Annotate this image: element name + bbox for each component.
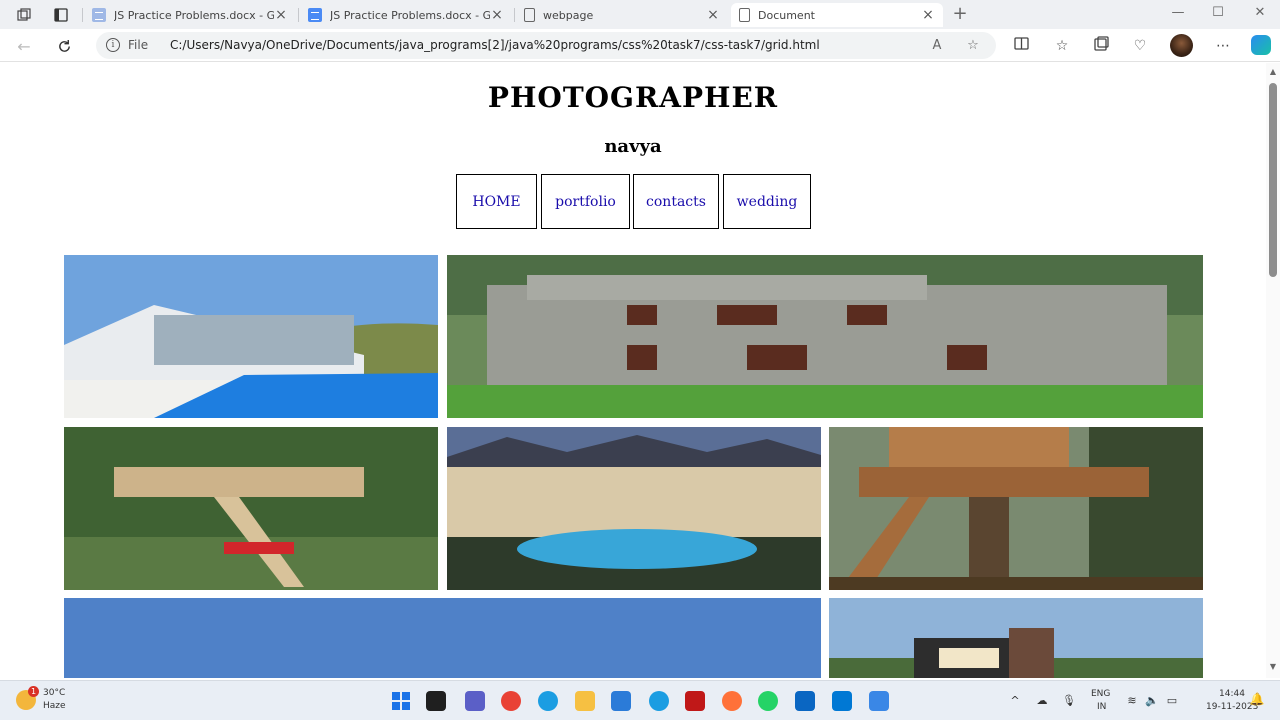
tab-strip: JS Practice Problems.docx - Goo × JS Pra…	[0, 0, 1280, 29]
microphone-icon[interactable]: 🎙	[1061, 693, 1077, 709]
file-explorer-icon[interactable]	[575, 691, 595, 711]
info-icon[interactable]: i	[106, 38, 120, 52]
volume-icon[interactable]: 🔈	[1144, 693, 1160, 709]
more-menu-icon[interactable]: ⋯	[1213, 36, 1233, 56]
mcafee-icon[interactable]	[685, 691, 705, 711]
chrome-icon[interactable]	[501, 691, 521, 711]
linkedin-icon[interactable]	[795, 691, 815, 711]
copilot-icon[interactable]	[1251, 35, 1271, 55]
page-icon	[524, 8, 535, 22]
close-tab-icon[interactable]: ×	[921, 7, 935, 23]
clock-time[interactable]: 14:44	[1219, 689, 1245, 699]
scroll-up-icon[interactable]: ▲	[1269, 68, 1277, 76]
tab-title: JS Practice Problems.docx - Goo	[330, 8, 490, 22]
snipping-tool-icon[interactable]	[869, 691, 889, 711]
photo-treehouse-deck	[64, 427, 438, 590]
photo-wooden-treehouse	[829, 427, 1203, 590]
battery-icon[interactable]: ▭	[1164, 693, 1180, 709]
weather-condition[interactable]: Haze	[43, 701, 66, 711]
photo-modern-villa-pool	[64, 255, 438, 418]
nav-link-home[interactable]: HOME	[456, 174, 537, 229]
tab-js-practice-1[interactable]: JS Practice Problems.docx - Goo ×	[84, 3, 296, 27]
tab-title: JS Practice Problems.docx - Goo	[114, 8, 274, 22]
favorite-star-icon[interactable]: ☆	[964, 38, 982, 56]
google-docs-icon	[92, 8, 106, 22]
windows-start-icon[interactable]	[391, 691, 411, 711]
edge-icon[interactable]	[538, 691, 558, 711]
photo-luxury-mansion-pool	[447, 427, 821, 590]
page-title: PHOTOGRAPHER	[487, 81, 779, 114]
tab-separator	[298, 8, 299, 22]
teams-icon[interactable]	[465, 691, 485, 711]
weather-temperature[interactable]: 30°C	[43, 688, 65, 698]
back-arrow-icon[interactable]: ←	[14, 36, 34, 56]
nav-link-contacts[interactable]: contacts	[633, 174, 719, 229]
tab-separator	[82, 8, 83, 22]
tab-actions-icon[interactable]	[51, 5, 71, 25]
maximize-button[interactable]: ☐	[1208, 5, 1228, 23]
workspaces-icon[interactable]	[14, 5, 34, 25]
tab-js-practice-2[interactable]: JS Practice Problems.docx - Goo ×	[300, 3, 512, 27]
edge-dev-icon[interactable]	[649, 691, 669, 711]
language-code[interactable]: ENG	[1091, 689, 1110, 699]
url-text[interactable]: C:/Users/Navya/OneDrive/Documents/java_p…	[170, 38, 820, 52]
photo-modern-house	[829, 598, 1203, 678]
nav-link-portfolio[interactable]: portfolio	[541, 174, 630, 229]
read-aloud-icon[interactable]: A	[928, 38, 946, 56]
tab-webpage[interactable]: webpage ×	[516, 3, 728, 27]
whatsapp-icon[interactable]	[758, 691, 778, 711]
minimize-button[interactable]: —	[1168, 5, 1188, 23]
notification-bell-icon[interactable]: 🔔	[1249, 692, 1265, 708]
scheme-label: File	[128, 38, 149, 52]
weather-badge: 1	[28, 686, 39, 697]
browser-toolbar: ← i File C:/Users/Navya/OneDrive/Documen…	[0, 29, 1280, 62]
scroll-thumb[interactable]	[1269, 83, 1277, 277]
photo-grey-mansion	[447, 255, 1203, 418]
tab-title: webpage	[543, 8, 594, 22]
close-tab-icon[interactable]: ×	[706, 7, 720, 23]
show-hidden-icons-chevron-icon[interactable]: ^	[1007, 693, 1023, 709]
page-viewport: PHOTOGRAPHER navya HOME portfolio contac…	[0, 63, 1266, 678]
wifi-icon[interactable]: ≋	[1124, 693, 1140, 709]
close-window-button[interactable]: ✕	[1250, 5, 1270, 23]
profile-avatar[interactable]	[1170, 34, 1193, 57]
tab-title: Document	[758, 8, 815, 22]
scroll-down-icon[interactable]: ▼	[1269, 663, 1277, 671]
page-subtitle: navya	[604, 136, 662, 157]
region-code[interactable]: IN	[1097, 702, 1106, 712]
windows-taskbar: 1 30°C Haze ^ ☁ 🎙 ENG IN ≋ 🔈 ▭ 14:44 19-…	[0, 680, 1280, 720]
microsoft-store-icon[interactable]	[611, 691, 631, 711]
tab-separator	[514, 8, 515, 22]
close-tab-icon[interactable]: ×	[490, 7, 504, 23]
close-tab-icon[interactable]: ×	[274, 7, 288, 23]
new-tab-button[interactable]: +	[950, 4, 970, 24]
favorites-icon[interactable]: ☆	[1052, 36, 1072, 56]
page-scrollbar[interactable]: ▲ ▼	[1266, 63, 1280, 678]
collections-icon[interactable]	[1091, 36, 1111, 56]
nav-link-wedding[interactable]: wedding	[723, 174, 811, 229]
split-screen-icon[interactable]	[1011, 36, 1031, 56]
vscode-icon[interactable]	[832, 691, 852, 711]
tab-document[interactable]: Document ×	[731, 3, 943, 27]
browser-essentials-icon[interactable]: ♡	[1130, 36, 1150, 56]
page-icon	[739, 8, 750, 22]
firefox-icon[interactable]	[722, 691, 742, 711]
task-view-icon[interactable]	[426, 691, 446, 711]
onedrive-cloud-icon[interactable]: ☁	[1034, 693, 1050, 709]
photo-blue-sky	[64, 598, 821, 678]
refresh-icon[interactable]	[54, 36, 74, 56]
address-bar[interactable]: i File C:/Users/Navya/OneDrive/Documents…	[96, 32, 996, 59]
google-docs-icon	[308, 8, 322, 22]
